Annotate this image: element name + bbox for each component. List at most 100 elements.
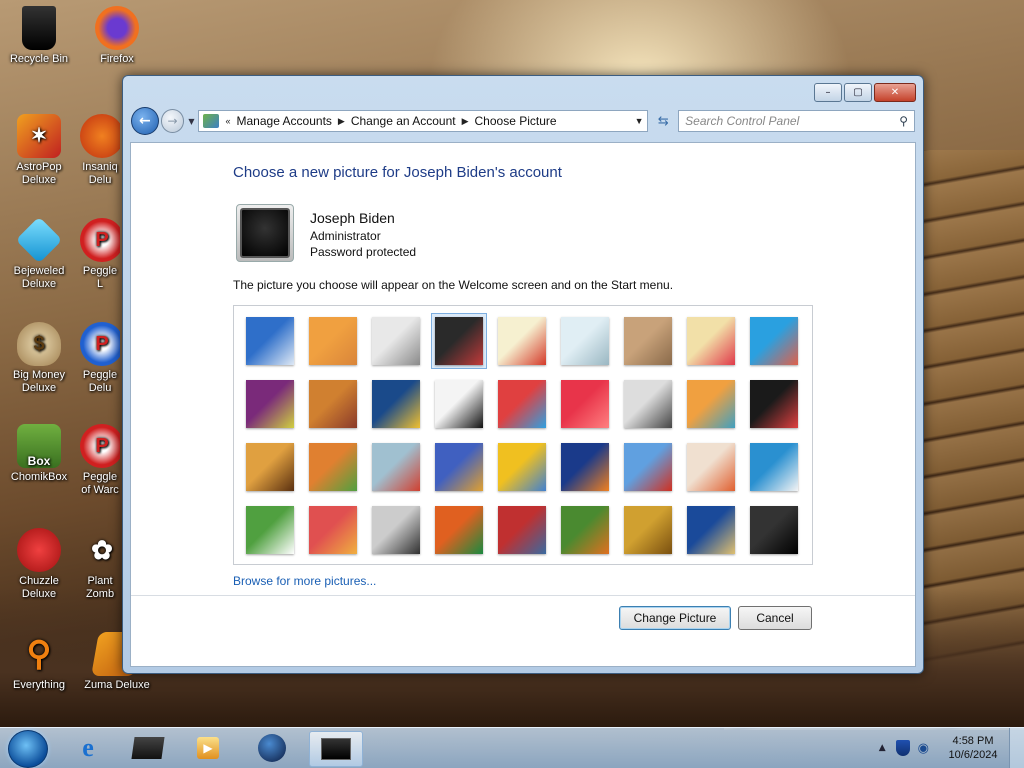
sunflower-thumbnail — [498, 443, 546, 491]
clock[interactable]: 4:58 PM 10/6/2024 — [937, 734, 1009, 762]
picture-option-window-frame[interactable] — [431, 502, 487, 558]
picture-option-dog[interactable] — [431, 376, 487, 432]
desktop-icon-peggle-deluxe[interactable]: P Peggle Delu — [80, 322, 120, 395]
shell-thumbnail — [624, 506, 672, 554]
picture-option-soccer-ball[interactable] — [242, 502, 298, 558]
picture-option-starfish[interactable] — [305, 313, 361, 369]
picture-option-hot-air-balloon[interactable] — [620, 439, 676, 495]
breadcrumb-arrow-icon[interactable]: ▶ — [462, 116, 469, 127]
maximize-button[interactable]: ▢ — [844, 83, 872, 102]
search-input[interactable]: Search Control Panel ⚲ — [678, 110, 915, 132]
control-panel-icon — [203, 114, 220, 128]
desktop-icon-plants-zombies[interactable]: ✿ Plant Zomb — [80, 528, 120, 601]
change-picture-button[interactable]: Change Picture — [619, 606, 731, 630]
picture-option-kitten[interactable] — [620, 313, 676, 369]
network-icon[interactable]: ◉ — [918, 741, 929, 756]
breadcrumb-manage-accounts[interactable]: Manage Accounts — [237, 114, 332, 128]
picture-option-marbles[interactable] — [368, 502, 424, 558]
start-button[interactable] — [8, 730, 48, 768]
desktop-icon-big-money[interactable]: $ Big Money Deluxe — [2, 322, 76, 395]
taskbar-app-globe[interactable] — [248, 731, 296, 765]
search-icon[interactable]: ⚲ — [899, 114, 908, 128]
forward-button[interactable]: → — [160, 109, 185, 133]
peggle-icon: P — [80, 424, 120, 468]
picture-option-lucky-cat[interactable] — [494, 313, 550, 369]
desktop-icon-peggle[interactable]: P Peggle L — [80, 218, 120, 291]
breadcrumb-change-account[interactable]: Change an Account — [351, 114, 456, 128]
back-button[interactable]: ← — [131, 107, 159, 135]
refresh-icon[interactable]: ⇆ — [652, 114, 674, 129]
picture-option-current-account[interactable] — [746, 502, 802, 558]
leaf-thumbnail — [372, 380, 420, 428]
desktop-icon-insaniquarium[interactable]: Insaniq Delu — [80, 114, 120, 187]
close-button[interactable]: ✕ — [874, 83, 916, 102]
show-desktop-button[interactable] — [1009, 728, 1024, 768]
picture-option-shell[interactable] — [620, 502, 676, 558]
minimize-button[interactable]: – — [814, 83, 842, 102]
desktop-icon-firefox[interactable]: Firefox — [80, 6, 154, 66]
desktop-icon-chuzzle[interactable]: Chuzzle Deluxe — [2, 528, 76, 601]
picture-option-red-leaf[interactable] — [557, 376, 613, 432]
breadcrumb-arrow-icon[interactable]: ▶ — [338, 116, 345, 127]
picture-option-tin-robot[interactable] — [368, 439, 424, 495]
window-frame-thumbnail — [435, 506, 483, 554]
picture-option-paper-crane[interactable] — [746, 376, 802, 432]
picture-option-guitar[interactable] — [242, 439, 298, 495]
desktop-icon-recycle-bin[interactable]: Recycle Bin — [2, 6, 76, 66]
desktop-icon-bejeweled[interactable]: Bejeweled Deluxe — [2, 216, 76, 291]
globe-icon — [258, 734, 286, 762]
shield-icon[interactable] — [895, 740, 910, 756]
recent-pages-dropdown-icon[interactable]: ▼ — [188, 117, 194, 126]
desktop-icon-label: Everything — [13, 679, 65, 691]
picture-option-roller-coaster[interactable] — [242, 313, 298, 369]
picture-option-leaf[interactable] — [368, 376, 424, 432]
taskbar-media-player[interactable]: ▶ — [184, 731, 232, 765]
picture-option-record-player[interactable] — [431, 313, 487, 369]
kitten-thumbnail — [624, 317, 672, 365]
desktop-icon-astropop[interactable]: ✶ AstroPop Deluxe — [2, 114, 76, 187]
show-hidden-icons-icon[interactable]: ▲ — [879, 743, 886, 753]
breadcrumb-choose-picture[interactable]: Choose Picture — [475, 114, 557, 128]
crayons-thumbnail — [498, 380, 546, 428]
desktop-icon-chomikbox[interactable]: Box ChomikBox — [2, 424, 76, 484]
picture-option-stairs[interactable] — [683, 376, 739, 432]
picture-option-jacks[interactable] — [620, 376, 676, 432]
picture-option-ball[interactable] — [242, 376, 298, 432]
picture-option-striped-fabric[interactable] — [305, 502, 361, 558]
picture-option-origami[interactable] — [683, 439, 739, 495]
starfish-thumbnail — [309, 317, 357, 365]
desktop-icon-peggle-nights[interactable]: P Peggle of Warc — [80, 424, 120, 497]
picture-option-gyroscope[interactable] — [557, 313, 613, 369]
picture-option-pomeranian[interactable] — [305, 439, 361, 495]
address-bar[interactable]: « Manage Accounts ▶ Change an Account ▶ … — [198, 110, 649, 132]
picture-option-textile[interactable] — [494, 502, 550, 558]
picture-option-fish[interactable] — [557, 439, 613, 495]
pomeranian-thumbnail — [309, 443, 357, 491]
roller-coaster-thumbnail — [246, 317, 294, 365]
picture-option-fabric[interactable] — [305, 376, 361, 432]
content-pane: Choose a new picture for Joseph Biden's … — [130, 142, 916, 667]
picture-option-flower[interactable] — [683, 313, 739, 369]
browse-pictures-link[interactable]: Browse for more pictures... — [233, 574, 376, 588]
taskbar-internet-explorer[interactable]: e — [64, 731, 112, 765]
picture-option-scarf[interactable] — [431, 439, 487, 495]
picture-option-lighthouse[interactable] — [683, 502, 739, 558]
picture-option-sailboat[interactable] — [746, 439, 802, 495]
robot-toy-thumbnail — [372, 317, 420, 365]
address-dropdown-icon[interactable]: ▼ — [635, 116, 644, 126]
bejeweled-icon — [15, 216, 63, 264]
desktop-icon-everything[interactable]: ⚲ Everything — [2, 632, 76, 692]
breadcrumb-overflow-icon[interactable]: « — [225, 116, 230, 126]
picture-option-crayons[interactable] — [494, 376, 550, 432]
lighthouse-thumbnail — [687, 506, 735, 554]
desktop-icon-label: Recycle Bin — [9, 53, 69, 65]
taskbar-user-accounts[interactable] — [309, 731, 363, 767]
picture-option-pinwheel[interactable] — [746, 313, 802, 369]
desktop-icon-label: Insaniq Delu — [82, 161, 118, 186]
cancel-button[interactable]: Cancel — [738, 606, 812, 630]
picture-option-butterfly[interactable] — [557, 502, 613, 558]
insaniquarium-icon — [80, 114, 120, 158]
picture-option-robot-toy[interactable] — [368, 313, 424, 369]
taskbar-app-1[interactable] — [124, 731, 172, 765]
picture-option-sunflower[interactable] — [494, 439, 550, 495]
